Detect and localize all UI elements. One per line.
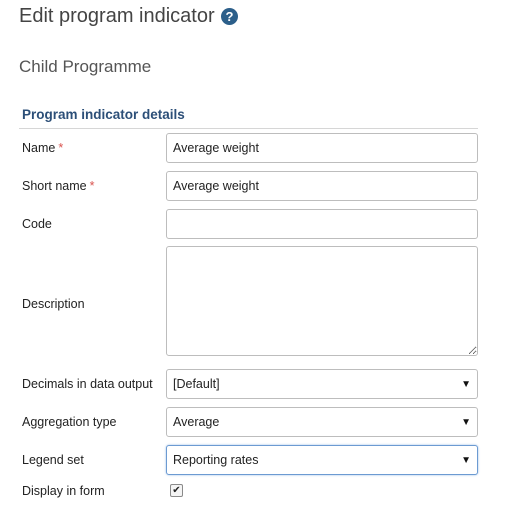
svg-text:?: ? bbox=[225, 9, 233, 24]
aggregation-type-selected-value: Average bbox=[173, 415, 220, 429]
legend-set-select[interactable]: Reporting rates ▼ bbox=[166, 445, 478, 475]
chevron-down-icon: ▼ bbox=[461, 416, 471, 428]
short-name-label: Short name * bbox=[22, 179, 95, 193]
decimals-select[interactable]: [Default] ▼ bbox=[166, 369, 478, 399]
question-circle-icon[interactable]: ? bbox=[220, 8, 238, 25]
chevron-down-icon: ▼ bbox=[461, 454, 471, 466]
display-in-form-label: Display in form bbox=[22, 484, 105, 498]
legend-set-label: Legend set bbox=[22, 453, 84, 467]
name-label-text: Name bbox=[22, 141, 56, 155]
required-marker: * bbox=[89, 179, 95, 193]
short-name-label-text: Short name bbox=[22, 179, 87, 193]
description-label: Description bbox=[22, 297, 85, 311]
decimals-selected-value: [Default] bbox=[173, 377, 220, 391]
code-input[interactable] bbox=[166, 209, 478, 239]
required-marker: * bbox=[58, 141, 64, 155]
aggregation-type-select[interactable]: Average ▼ bbox=[166, 407, 478, 437]
decimals-label: Decimals in data output bbox=[22, 377, 153, 391]
name-input[interactable] bbox=[166, 133, 478, 163]
name-label: Name * bbox=[22, 141, 63, 155]
code-label: Code bbox=[22, 217, 52, 231]
display-in-form-checkbox[interactable]: ✔ bbox=[170, 484, 183, 497]
chevron-down-icon: ▼ bbox=[461, 378, 471, 390]
aggregation-type-label: Aggregation type bbox=[22, 415, 117, 429]
description-textarea[interactable] bbox=[166, 246, 478, 356]
program-name: Child Programme bbox=[19, 57, 152, 76]
page-title-text: Edit program indicator bbox=[19, 5, 215, 27]
page-title: Edit program indicator ? bbox=[19, 5, 238, 28]
check-icon: ✔ bbox=[172, 484, 181, 496]
short-name-input[interactable] bbox=[166, 171, 478, 201]
legend-set-selected-value: Reporting rates bbox=[173, 453, 259, 467]
section-header: Program indicator details bbox=[19, 107, 478, 129]
